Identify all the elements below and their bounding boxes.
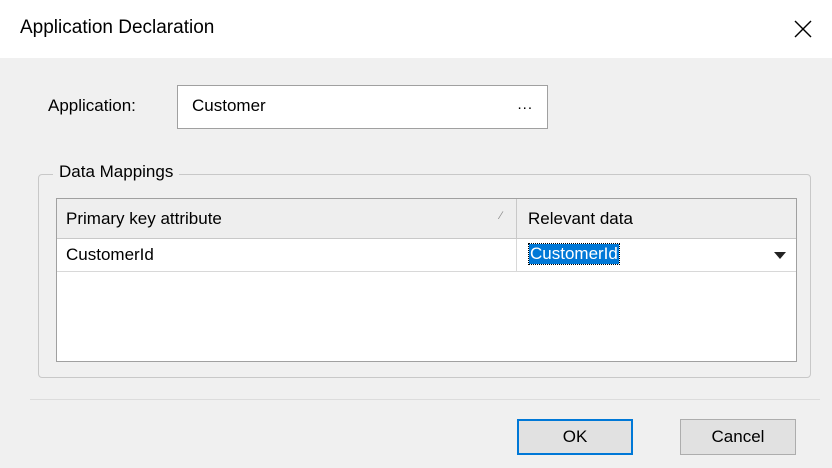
- cancel-button[interactable]: Cancel: [680, 419, 796, 455]
- dialog-body: Application: Customer ... Data Mappings …: [0, 58, 832, 468]
- application-field[interactable]: Customer ...: [177, 85, 548, 129]
- divider: [30, 399, 820, 400]
- column-header-relevant-data[interactable]: Relevant data: [517, 199, 796, 238]
- application-label: Application:: [48, 96, 136, 115]
- dialog-title: Application Declaration: [20, 17, 215, 38]
- grid-header: Primary key attribute ∕ Relevant data: [57, 199, 796, 239]
- application-declaration-dialog: Application Declaration Application: Cus…: [0, 0, 832, 468]
- chevron-down-icon[interactable]: [774, 252, 786, 259]
- relevant-data-value: CustomerId: [528, 243, 620, 265]
- close-button[interactable]: [774, 0, 832, 58]
- column-header-primary-key[interactable]: Primary key attribute ∕: [57, 199, 517, 238]
- relevant-data-dropdown[interactable]: CustomerId: [517, 239, 796, 271]
- application-browse-button[interactable]: ...: [517, 96, 533, 113]
- primary-key-value: CustomerId: [66, 245, 154, 264]
- primary-key-cell[interactable]: CustomerId: [57, 239, 517, 271]
- column-header-label: Relevant data: [528, 209, 633, 228]
- table-row[interactable]: CustomerId CustomerId: [57, 239, 796, 272]
- data-mappings-legend: Data Mappings: [53, 162, 180, 182]
- data-mappings-group: Data Mappings Primary key attribute ∕ Re…: [38, 162, 811, 378]
- ok-button[interactable]: OK: [517, 419, 633, 455]
- mappings-grid[interactable]: Primary key attribute ∕ Relevant data Cu…: [56, 198, 797, 362]
- application-value: Customer: [192, 96, 266, 115]
- sort-icon: ∕: [500, 210, 502, 222]
- column-header-label: Primary key attribute: [66, 209, 222, 228]
- title-bar: Application Declaration: [0, 0, 832, 58]
- close-icon: [794, 20, 812, 38]
